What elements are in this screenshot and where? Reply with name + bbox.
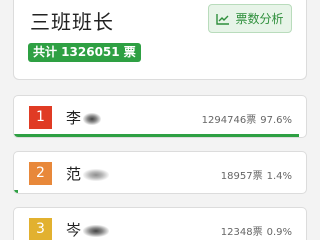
candidate-name-row: 范 [66,163,110,184]
redacted-name-mark [83,168,110,181]
rank-badge: 3 [29,218,52,240]
candidate-name-row: 岑 [66,219,110,240]
vote-share-bar [14,134,299,137]
vote-percent: 97.6% [260,115,292,126]
candidate-name: 岑 [66,221,82,239]
rank-badge: 2 [29,162,52,185]
total-votes-badge: 共计 1326051 票 [28,43,141,62]
vote-count: 12348票 [220,227,263,238]
vote-percent: 0.9% [266,227,292,238]
candidate-card[interactable]: 1 李 1294746票 97.6% [13,95,307,138]
candidate-card[interactable]: 2 范 18957票 1.4% [13,151,307,194]
rank-badge: 1 [29,106,52,129]
page-title: 三班班长 [30,10,114,34]
candidate-name-row: 李 [66,107,102,128]
candidate-name: 范 [66,165,82,183]
candidate-stats: 18957票 1.4% [221,167,292,182]
redacted-name-mark [83,224,110,237]
vote-percent: 1.4% [266,171,292,182]
header-card: 三班班长 票数分析 共计 1326051 票 [13,0,307,80]
chart-line-icon [216,13,230,25]
candidate-name: 李 [66,109,82,127]
vote-count: 1294746票 [201,115,257,126]
redacted-name-mark [83,112,102,125]
vote-share-bar [14,190,19,193]
vote-analysis-label: 票数分析 [235,12,284,26]
candidate-stats: 1294746票 97.6% [202,111,292,126]
candidate-stats: 12348票 0.9% [221,223,292,238]
vote-count: 18957票 [220,171,263,182]
vote-analysis-button[interactable]: 票数分析 [208,4,292,33]
candidate-card[interactable]: 3 岑 12348票 0.9% [13,207,307,240]
